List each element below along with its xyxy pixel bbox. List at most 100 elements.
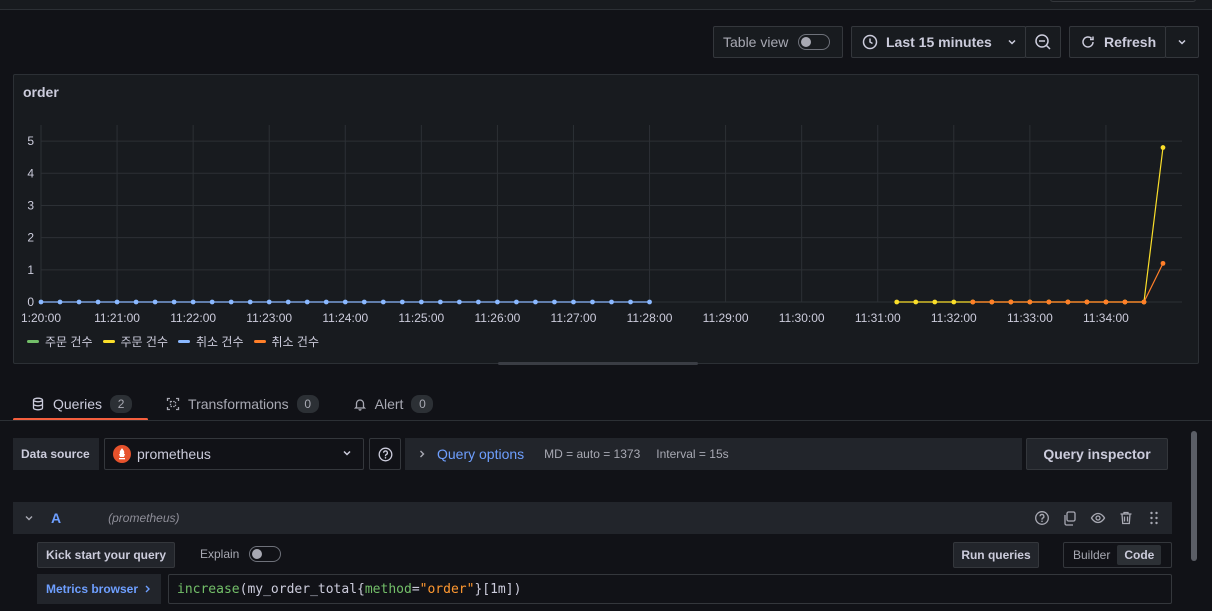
data-point bbox=[171, 299, 177, 305]
datasource-label: Data source bbox=[13, 438, 99, 470]
data-point bbox=[647, 299, 652, 305]
clock-icon bbox=[862, 34, 878, 50]
data-point bbox=[1046, 299, 1052, 305]
query-ref-id[interactable]: A bbox=[51, 510, 61, 526]
data-point bbox=[57, 299, 63, 305]
prometheus-logo-icon bbox=[113, 445, 131, 463]
chevron-down-icon[interactable] bbox=[23, 512, 35, 524]
eye-icon[interactable] bbox=[1090, 510, 1106, 526]
data-point bbox=[456, 299, 462, 305]
data-point bbox=[913, 299, 919, 305]
series-line-3 bbox=[972, 263, 1164, 303]
legend-item-1[interactable]: 주문 건수 bbox=[102, 333, 169, 350]
query-inspector-button[interactable]: Query inspector bbox=[1026, 438, 1168, 470]
data-point bbox=[1084, 299, 1090, 305]
kick-start-button[interactable]: Kick start your query bbox=[37, 542, 175, 568]
data-point bbox=[285, 299, 291, 305]
tab-queries[interactable]: Queries 2 bbox=[13, 390, 149, 421]
x-tick-label: 11:23:00 bbox=[246, 311, 292, 325]
mode-builder[interactable]: Builder bbox=[1066, 545, 1117, 565]
zoom-out-button[interactable] bbox=[1025, 26, 1061, 58]
metrics-browser-button[interactable]: Metrics browser bbox=[37, 574, 161, 604]
graph-panel: order 0 1 2 3 4 5 1:20:00 11:21:00 11:22:00 11:23… bbox=[13, 74, 1199, 364]
query-row-actions bbox=[1034, 510, 1162, 526]
scrollbar-thumb[interactable] bbox=[1191, 431, 1197, 561]
zoom-out-icon bbox=[1034, 33, 1052, 51]
metrics-browser-label: Metrics browser bbox=[45, 582, 139, 596]
tab-transformations[interactable]: Transformations 0 bbox=[148, 390, 335, 418]
legend-item-2[interactable]: 취소 건수 bbox=[178, 333, 244, 350]
legend-item-3[interactable]: 취소 건수 bbox=[253, 333, 320, 350]
question-circle-icon[interactable] bbox=[1034, 510, 1050, 526]
query-row-header: A (prometheus) bbox=[13, 502, 1172, 534]
time-series-chart[interactable]: 0 1 2 3 4 5 1:20:00 11:21:00 11:22:00 11:23:00 11:… bbox=[14, 75, 1200, 335]
datasource-help-button[interactable] bbox=[369, 438, 401, 470]
legend-label: 주문 건수 bbox=[120, 335, 169, 349]
panel-resize-handle[interactable] bbox=[498, 362, 698, 365]
time-range-picker[interactable]: Last 15 minutes bbox=[851, 26, 1026, 58]
copy-icon[interactable] bbox=[1062, 510, 1078, 526]
tab-alert-label: Alert bbox=[374, 396, 404, 412]
table-view-switch[interactable] bbox=[798, 34, 831, 50]
table-view-toggle[interactable]: Table view bbox=[713, 26, 843, 58]
data-point bbox=[951, 299, 957, 305]
refresh-interval-dropdown[interactable] bbox=[1165, 26, 1199, 58]
data-point bbox=[1160, 145, 1166, 150]
mode-code[interactable]: Code bbox=[1117, 545, 1162, 565]
tab-queries-count: 2 bbox=[110, 395, 133, 413]
legend-label: 취소 건수 bbox=[196, 335, 244, 349]
explain-switch[interactable] bbox=[249, 546, 282, 562]
refresh-icon bbox=[1080, 34, 1096, 50]
query-toolbar: Kick start your query Explain Run querie… bbox=[37, 542, 1172, 568]
legend-item-0[interactable]: 주문 건수 bbox=[27, 333, 93, 350]
editor-scrollbar[interactable] bbox=[1189, 421, 1200, 611]
data-point bbox=[1008, 299, 1014, 305]
explain-label: Explain bbox=[200, 547, 240, 561]
data-point bbox=[228, 299, 234, 305]
x-tick-label: 11:34:00 bbox=[1083, 311, 1129, 325]
data-point bbox=[209, 299, 215, 305]
legend-label: 취소 건수 bbox=[271, 335, 320, 349]
data-point bbox=[266, 299, 272, 305]
top-bar bbox=[0, 0, 1212, 10]
legend-label: 주문 건수 bbox=[45, 335, 93, 349]
legend-swatch bbox=[102, 340, 115, 343]
datasource-picker[interactable]: prometheus bbox=[104, 438, 364, 470]
data-point bbox=[323, 299, 329, 305]
x-tick-label: 11:31:00 bbox=[855, 311, 901, 325]
run-queries-button[interactable]: Run queries bbox=[953, 542, 1039, 568]
chart-legend: 주문 건수 주문 건수 취소 건수 취소 건수 bbox=[27, 333, 319, 350]
drag-handle-icon[interactable] bbox=[1146, 510, 1162, 526]
editor-mode-switch: Builder Code bbox=[1063, 542, 1172, 568]
data-point bbox=[1160, 260, 1166, 266]
explain-toggle[interactable]: Explain bbox=[200, 546, 282, 562]
chevron-right-icon bbox=[417, 449, 427, 459]
trash-icon[interactable] bbox=[1118, 510, 1134, 526]
data-point bbox=[437, 299, 443, 305]
legend-swatch bbox=[178, 340, 190, 343]
query-interval: Interval = 15s bbox=[656, 447, 729, 461]
y-tick-label: 3 bbox=[27, 198, 34, 212]
data-point bbox=[894, 299, 900, 305]
refresh-button[interactable]: Refresh bbox=[1069, 26, 1166, 58]
tab-alert[interactable]: Alert 0 bbox=[335, 390, 450, 418]
x-tick-label: 11:27:00 bbox=[551, 311, 597, 325]
x-tick-label: 11:32:00 bbox=[931, 311, 977, 325]
transform-icon bbox=[166, 397, 180, 411]
data-point bbox=[1122, 299, 1128, 305]
x-tick-label: 11:33:00 bbox=[1007, 311, 1053, 325]
data-point bbox=[1027, 299, 1033, 305]
expr-label-value: "order" bbox=[419, 581, 475, 597]
y-tick-label: 2 bbox=[27, 231, 34, 245]
y-tick-label: 0 bbox=[27, 295, 34, 309]
query-expression-row: Metrics browser increase(my_order_total{… bbox=[37, 574, 1172, 604]
top-bar-control-edge bbox=[1050, 0, 1196, 2]
x-tick-label: 11:28:00 bbox=[627, 311, 673, 325]
tab-transformations-count: 0 bbox=[296, 395, 319, 413]
query-options-toggle[interactable]: Query options MD = auto = 1373 Interval … bbox=[405, 438, 1022, 470]
data-point bbox=[95, 299, 101, 305]
refresh-label: Refresh bbox=[1104, 34, 1157, 50]
x-tick-label: 11:26:00 bbox=[474, 311, 520, 325]
expr-metric: my_order_total bbox=[247, 581, 358, 597]
promql-query-input[interactable]: increase(my_order_total{method = "order"}[… bbox=[168, 574, 1172, 604]
